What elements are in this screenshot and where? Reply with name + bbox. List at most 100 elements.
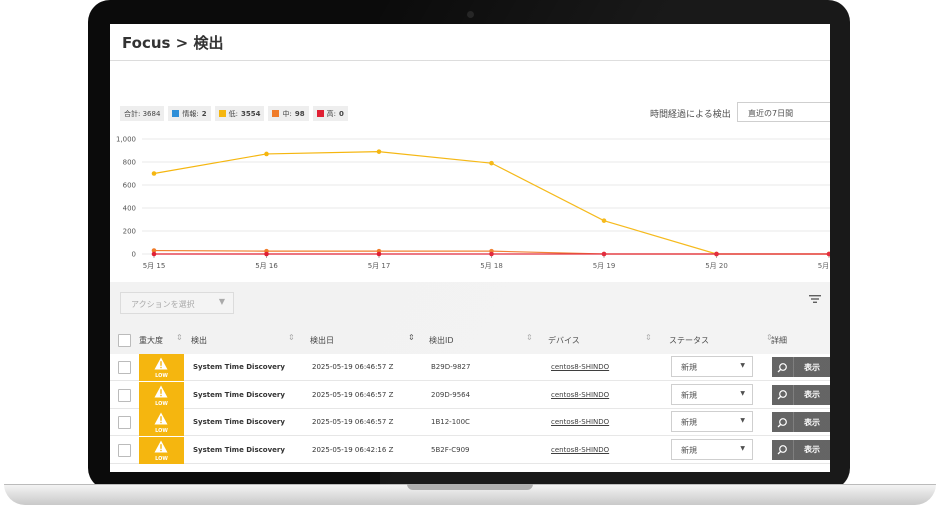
- data-point[interactable]: [376, 149, 382, 154]
- chip-label: 高:: [326, 109, 336, 118]
- col-label: デバイス: [548, 336, 580, 345]
- row-checkbox[interactable]: [118, 361, 131, 374]
- col-id[interactable]: 検出ID ⇕: [429, 334, 533, 346]
- col-device[interactable]: デバイス ⇕: [548, 334, 652, 346]
- data-point[interactable]: [489, 251, 494, 257]
- status-value: 新規: [681, 445, 697, 455]
- x-tick-label: 5月 21: [818, 262, 830, 270]
- col-details: 詳細: [771, 336, 787, 345]
- row-checkbox[interactable]: [118, 388, 131, 402]
- detection-date: 2025-05-19 06:46:57 Z: [312, 363, 394, 371]
- detection-name: System Time Discovery: [193, 390, 285, 399]
- data-point[interactable]: [376, 251, 382, 257]
- y-tick-label: 1,000: [116, 136, 136, 144]
- chip-count: 2: [201, 109, 207, 118]
- warning-icon: [154, 412, 168, 425]
- severity-label: LOW: [155, 428, 168, 434]
- sort-icon: ⇕: [288, 333, 295, 342]
- chevron-down-icon: ▼: [740, 362, 745, 369]
- search-icon: [777, 362, 787, 372]
- sort-icon: ⇕: [526, 333, 533, 342]
- table-row[interactable]: LOW System Time Discovery 2025-05-19 06:46…: [110, 381, 830, 409]
- table-row[interactable]: LOW System Time Discovery 2025-05-19 06:42…: [110, 436, 830, 464]
- col-status[interactable]: ステータス ⇕: [669, 334, 773, 346]
- page-header: Focus > 検出: [110, 24, 830, 61]
- status-select[interactable]: 新規 ▼: [671, 383, 753, 405]
- status-select[interactable]: 新規 ▼: [671, 356, 753, 377]
- chevron-down-icon: ▼: [740, 389, 745, 397]
- x-tick-label: 5月 17: [368, 262, 391, 270]
- chip-high[interactable]: 高: 0: [312, 106, 348, 121]
- low-swatch: [218, 110, 226, 117]
- chip-info[interactable]: 情報: 2: [168, 106, 211, 121]
- y-tick-label: 0: [132, 251, 136, 259]
- chip-label: 低:: [228, 109, 238, 118]
- x-tick-label: 5月 20: [705, 262, 728, 270]
- detection-id: B29D-9827: [431, 363, 471, 371]
- y-tick-label: 200: [123, 228, 136, 236]
- info-swatch: [172, 110, 180, 117]
- series-line: [153, 151, 829, 255]
- device-link[interactable]: centos8-SHINDO: [551, 446, 609, 454]
- view-button[interactable]: 表示: [794, 439, 830, 460]
- action-select[interactable]: アクションを選択 ▼: [120, 292, 234, 314]
- detections-line-chart: 1,000 800 600 400 200 0 5月 15 5月 16 5月 17 5月 18 5月…: [116, 136, 830, 270]
- high-swatch: [316, 110, 324, 117]
- data-point[interactable]: [489, 160, 494, 166]
- data-point[interactable]: [264, 151, 269, 157]
- data-point[interactable]: [714, 251, 719, 257]
- col-severity[interactable]: 重大度 ⇕: [139, 334, 183, 346]
- chip-count: 98: [294, 109, 305, 118]
- data-point[interactable]: [601, 218, 607, 223]
- row-checkbox[interactable]: [118, 443, 131, 457]
- data-point[interactable]: [601, 251, 607, 257]
- device-link[interactable]: centos8-SHINDO: [551, 391, 609, 399]
- search-icon: [777, 445, 787, 455]
- select-all-checkbox[interactable]: [118, 334, 131, 347]
- preview-button[interactable]: [772, 412, 794, 432]
- table-row[interactable]: LOW System Time Discovery 2025-05-19 06:46…: [110, 409, 830, 436]
- severity-label: LOW: [155, 373, 168, 379]
- preview-button[interactable]: [772, 439, 794, 460]
- medium-swatch: [272, 110, 280, 117]
- status-value: 新規: [681, 363, 697, 372]
- preview-button[interactable]: [772, 384, 794, 405]
- data-point[interactable]: [151, 171, 157, 176]
- filter-icon[interactable]: [809, 294, 821, 304]
- detection-date: 2025-05-19 06:46:57 Z: [312, 390, 394, 399]
- chip-medium[interactable]: 中: 98: [268, 106, 309, 121]
- view-button[interactable]: 表示: [794, 384, 830, 405]
- chip-label: 情報:: [182, 109, 199, 118]
- warning-icon: [154, 385, 168, 397]
- detection-date: 2025-05-19 06:42:16 Z: [312, 445, 394, 454]
- detection-date: 2025-05-19 06:46:57 Z: [312, 418, 394, 426]
- preview-button[interactable]: [772, 357, 794, 377]
- detection-name: System Time Discovery: [193, 418, 285, 426]
- app-screen: Focus > 検出 合計: 3684 情報: 2 低: 3554 中: 98 …: [110, 24, 830, 472]
- table-row[interactable]: LOW System Time Discovery 2025-05-19 06:46…: [110, 354, 830, 381]
- data-point[interactable]: [264, 251, 269, 257]
- status-value: 新規: [681, 418, 697, 427]
- row-checkbox[interactable]: [118, 416, 131, 429]
- col-date[interactable]: 検出日 ⇕: [310, 334, 415, 346]
- view-button[interactable]: 表示: [794, 412, 830, 432]
- severity-label: LOW: [155, 400, 168, 407]
- x-tick-label: 5月 18: [480, 262, 503, 270]
- chip-low[interactable]: 低: 3554: [214, 106, 265, 121]
- device-link[interactable]: centos8-SHINDO: [551, 363, 609, 371]
- data-point[interactable]: [151, 251, 157, 257]
- device-link[interactable]: centos8-SHINDO: [551, 418, 609, 426]
- data-point[interactable]: [826, 251, 830, 257]
- chip-count: 3554: [241, 109, 261, 118]
- status-select[interactable]: 新規 ▼: [671, 411, 753, 432]
- col-detection[interactable]: 検出 ⇕: [191, 334, 295, 346]
- detection-name: System Time Discovery: [193, 445, 285, 454]
- action-select-placeholder: アクションを選択: [131, 300, 195, 309]
- view-button[interactable]: 表示: [794, 357, 830, 377]
- page-title: Focus > 検出: [122, 34, 224, 52]
- time-filter-label: 時間経過による検出: [650, 110, 731, 120]
- chip-total[interactable]: 合計: 3684: [120, 106, 165, 121]
- status-select[interactable]: 新規 ▼: [671, 438, 753, 460]
- warning-icon: [154, 357, 168, 370]
- time-range-select[interactable]: 直近の7日間: [737, 102, 830, 122]
